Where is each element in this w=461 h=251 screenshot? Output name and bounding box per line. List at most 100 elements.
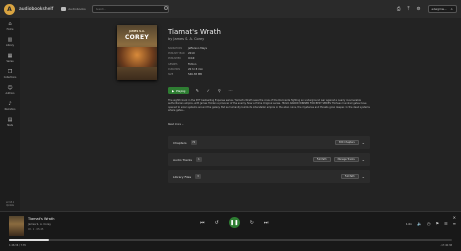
sidebar-item-series[interactable]: ▦ Series — [0, 50, 20, 66]
stats-icon: ▤ — [7, 116, 13, 123]
library-icon — [61, 7, 67, 11]
panel-count: 72 — [190, 140, 197, 145]
player-cover[interactable] — [9, 216, 24, 236]
edit-icon[interactable]: ✎ — [194, 88, 200, 94]
meta-key: Narrators — [168, 47, 183, 51]
player-title[interactable]: Tiamat's Wrath — [28, 217, 54, 221]
sidebar-item-home[interactable]: ⌂ Home — [0, 18, 20, 34]
meta-key: Publisher — [168, 57, 181, 61]
chapters-list-icon[interactable]: ☰ — [444, 221, 448, 226]
library-files-panel[interactable]: Library Files 3 Full Path ⌄ — [168, 170, 370, 183]
meta-key: Size — [168, 73, 174, 77]
sidebar-item-label: Authors — [5, 91, 15, 95]
player-author: James S. A. Corey — [28, 223, 51, 226]
app-title[interactable]: audiobookshelf — [19, 7, 53, 12]
library-switcher[interactable]: Audiobooks — [61, 7, 86, 11]
meta-key: Duration — [168, 67, 180, 71]
panel-actions: Full Path ⌄ — [340, 173, 365, 180]
sidebar-item-label: Library — [5, 43, 15, 47]
read-more-link[interactable]: Read more ⌄ — [168, 123, 184, 126]
collections-icon: ❐ — [7, 68, 13, 75]
search-input[interactable] — [91, 5, 169, 13]
volume-icon[interactable]: 🔈 — [417, 221, 422, 226]
sidebar-item-label: Stats — [7, 123, 13, 127]
sidebar-item-collections[interactable]: ❐ Collections — [0, 66, 20, 82]
chevron-down-icon[interactable]: ⌄ — [362, 157, 365, 162]
queue-icon[interactable]: ≡ — [453, 221, 456, 226]
meta-row-size: Size 546.38 MB — [168, 72, 207, 77]
user-name: edwgmw... — [431, 7, 447, 11]
media-player: Tiamat's Wrath James S. A. Corey Ch. 1 ·… — [0, 211, 461, 251]
playback-progress-bar[interactable] — [9, 239, 452, 241]
library-icon: ▥ — [7, 36, 13, 43]
narrators-icon: ♪ — [8, 100, 12, 107]
panel-title: Audio Tracks — [173, 157, 192, 162]
sidebar-item-label: Home — [6, 27, 14, 31]
audio-tracks-panel[interactable]: Audio Tracks 1 Full Path Manage Tracks ⌄ — [168, 153, 370, 166]
meta-value[interactable]: Jefferson Mays — [188, 47, 207, 50]
book-cover[interactable]: JAMES S.A. COREY — [117, 25, 157, 80]
pause-button[interactable]: ❚❚ — [228, 217, 240, 228]
book-metadata: Narrators Jefferson Mays Publish Year 20… — [168, 46, 207, 77]
book-author[interactable]: by James S. A. Corey — [168, 37, 204, 41]
authors-icon: ☺ — [7, 84, 13, 91]
cast-icon[interactable]: ⎙ — [397, 6, 401, 12]
sidebar-item-label: Narrators — [4, 107, 16, 111]
previous-chapter-icon[interactable]: ⏮ — [200, 220, 205, 226]
app-logo[interactable]: A — [4, 3, 15, 15]
panel-count: 1 — [195, 157, 202, 162]
meta-key: Publish Year — [168, 52, 185, 56]
chapters-panel[interactable]: Chapters 72 Edit Chapters ⌄ — [168, 136, 370, 149]
book-description: The eighth book in the NYT bestselling E… — [168, 99, 370, 113]
check-icon[interactable]: ✓ — [205, 88, 211, 94]
play-label: Playing — [176, 88, 186, 93]
sidebar-item-authors[interactable]: ☺ Authors — [0, 82, 20, 98]
book-title: Tiamat's Wrath — [168, 28, 221, 36]
player-chapter: Ch. 1 · 05:45 — [28, 228, 44, 231]
settings-icon[interactable]: ⚙ — [416, 7, 420, 12]
bookmark-icon[interactable]: ⚑ — [435, 221, 439, 226]
elapsed-time: 1:46:36 / 7:35 — [9, 244, 26, 247]
sidebar-item-label: Collections — [3, 75, 17, 79]
cover-author-last: COREY — [124, 34, 150, 41]
panel-actions: Edit Chapters ⌄ — [335, 139, 365, 146]
top-right-tools: ⎙ ⤒ ⚙ edwgmw... ♙ — [397, 0, 457, 18]
edit-chapters-button[interactable]: Edit Chapters — [335, 139, 359, 146]
meta-value: 20 hr 8 min — [188, 67, 204, 71]
remaining-time: -17:40:38 — [440, 244, 452, 247]
close-icon[interactable]: ✕ — [453, 215, 456, 220]
chevron-down-icon[interactable]: ⌄ — [362, 174, 365, 179]
sidebar-item-narrators[interactable]: ♪ Narrators — [0, 98, 20, 114]
series-icon: ▦ — [7, 52, 13, 59]
version-update[interactable]: Update — [0, 204, 20, 207]
meta-value[interactable]: Fiction — [188, 63, 196, 66]
upload-icon[interactable]: ⤒ — [407, 6, 409, 12]
sidebar-item-stats[interactable]: ▤ Stats — [0, 114, 20, 130]
chevron-down-icon[interactable]: ⌄ — [362, 140, 365, 145]
sidebar-item-library[interactable]: ▥ Library — [0, 34, 20, 50]
top-bar: A audiobookshelf Audiobooks — [0, 0, 461, 18]
next-chapter-icon[interactable]: ⏭ — [264, 220, 269, 226]
progress-fill — [9, 239, 49, 241]
play-icon: ▶ — [172, 88, 175, 93]
full-path-button[interactable]: Full Path — [312, 156, 331, 163]
user-menu-button[interactable]: edwgmw... ♙ — [427, 5, 457, 13]
sidebar-item-label: Series — [6, 59, 14, 63]
bookmark-icon[interactable]: ⚲ — [216, 88, 222, 94]
cover-artwork — [117, 47, 157, 67]
panel-actions: Full Path Manage Tracks ⌄ — [312, 156, 365, 163]
full-path-button[interactable]: Full Path — [340, 173, 359, 180]
manage-tracks-button[interactable]: Manage Tracks — [333, 156, 359, 163]
panel-title: Chapters — [173, 140, 187, 145]
player-controls: ⏮ ↺ ❚❚ ↻ ⏭ — [200, 217, 268, 228]
play-button[interactable]: ▶ Playing — [168, 87, 190, 94]
home-icon: ⌂ — [8, 20, 12, 27]
rewind-icon[interactable]: ↺ — [215, 220, 219, 226]
book-actions: ▶ Playing ✎ ✓ ⚲ ⋯ — [168, 87, 233, 94]
sleep-timer-icon[interactable]: ◷ — [427, 221, 431, 226]
more-icon[interactable]: ⋯ — [227, 88, 233, 94]
cover-author-first: JAMES S.A. — [129, 30, 145, 33]
playback-rate[interactable]: 1.0x — [406, 222, 412, 226]
forward-icon[interactable]: ↻ — [250, 220, 254, 226]
sidebar: ⌂ Home ▥ Library ▦ Series ❐ Collections … — [0, 18, 20, 211]
